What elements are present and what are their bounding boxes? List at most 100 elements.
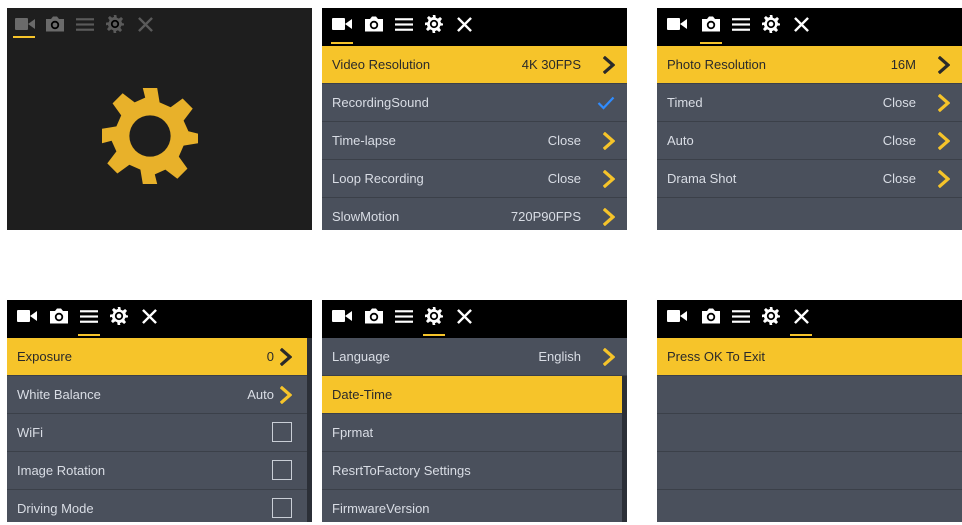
menu-item-reset-factory[interactable]: ResrtToFactory Settings xyxy=(322,452,627,490)
mode-bar xyxy=(657,300,962,338)
menu-item-value: English xyxy=(538,349,581,364)
close-icon[interactable] xyxy=(452,8,476,40)
menu-item-label: Timed xyxy=(667,95,703,110)
screen-exit: Press OK To Exit xyxy=(657,300,962,522)
mode-bar xyxy=(7,300,312,338)
chevron-right-icon xyxy=(938,84,950,121)
screen-general-menu: Exposure 0 White Balance Auto WiFi Image… xyxy=(7,300,312,522)
menu-mode-icon[interactable] xyxy=(392,8,416,40)
menu-item-photo-resolution[interactable]: Photo Resolution 16M xyxy=(657,46,962,84)
menu-item-label: Press OK To Exit xyxy=(667,349,766,364)
menu-item-label: Video Resolution xyxy=(332,57,431,72)
close-icon[interactable] xyxy=(789,8,813,40)
menu-item-label: ResrtToFactory Settings xyxy=(332,463,471,478)
camera-mode-icon[interactable] xyxy=(362,300,386,332)
menu-item-time-lapse[interactable]: Time-lapse Close xyxy=(322,122,627,160)
menu-item-label: Exposure xyxy=(17,349,72,364)
chevron-right-icon xyxy=(938,160,950,197)
menu-item-value: Close xyxy=(882,171,916,186)
menu-item-date-time[interactable]: Date-Time xyxy=(322,376,627,414)
menu-mode-icon[interactable] xyxy=(729,300,753,332)
chevron-right-icon xyxy=(603,338,615,375)
screen-video-menu: Video Resolution 4K 30FPS RecordingSound… xyxy=(322,8,627,230)
close-icon[interactable] xyxy=(452,300,476,332)
menu-item-press-ok-exit[interactable]: Press OK To Exit xyxy=(657,338,962,376)
video-mode-icon[interactable] xyxy=(330,300,354,332)
settings-mode-icon[interactable] xyxy=(422,300,446,332)
menu-item-label: Driving Mode xyxy=(17,501,94,516)
chevron-right-icon xyxy=(603,122,615,159)
menu-item-label: RecordingSound xyxy=(332,95,429,110)
menu-mode-icon[interactable] xyxy=(729,8,753,40)
video-mode-icon[interactable] xyxy=(665,8,689,40)
video-mode-icon[interactable] xyxy=(15,300,39,332)
menu-item-empty xyxy=(657,414,962,452)
chevron-right-icon xyxy=(603,46,615,83)
image-rotation-checkbox[interactable] xyxy=(272,460,292,480)
chevron-right-icon xyxy=(603,160,615,197)
menu-item-label: SlowMotion xyxy=(332,209,400,224)
video-mode-icon[interactable] xyxy=(665,300,689,332)
menu-item-label: Loop Recording xyxy=(332,171,424,186)
menu-item-wifi[interactable]: WiFi xyxy=(7,414,312,452)
settings-mode-icon[interactable] xyxy=(759,300,783,332)
scrollbar[interactable] xyxy=(307,338,312,522)
scrollbar[interactable] xyxy=(622,376,627,522)
menu-item-label: Language xyxy=(332,349,390,364)
menu-item-empty xyxy=(657,490,962,522)
menu-item-language[interactable]: Language English xyxy=(322,338,627,376)
menu-item-timed[interactable]: Timed Close xyxy=(657,84,962,122)
settings-mode-icon[interactable] xyxy=(422,8,446,40)
settings-mode-icon[interactable] xyxy=(107,300,131,332)
settings-gear-icon xyxy=(102,88,198,189)
menu-item-value: Close xyxy=(882,95,916,110)
menu-item-value: 0 xyxy=(266,349,274,364)
camera-mode-icon[interactable] xyxy=(43,8,67,40)
chevron-right-icon xyxy=(603,198,615,230)
menu-item-slow-motion[interactable]: SlowMotion 720P90FPS xyxy=(322,198,627,230)
video-mode-icon[interactable] xyxy=(330,8,354,40)
menu-item-firmware-version[interactable]: FirmwareVersion xyxy=(322,490,627,522)
chevron-right-icon xyxy=(280,338,292,375)
menu-item-value: Close xyxy=(547,133,581,148)
screen-settings-splash xyxy=(7,8,312,230)
menu-item-value: Close xyxy=(547,171,581,186)
menu-item-label: Photo Resolution xyxy=(667,57,767,72)
menu-item-auto[interactable]: Auto Close xyxy=(657,122,962,160)
mode-bar xyxy=(322,8,627,46)
driving-mode-checkbox[interactable] xyxy=(272,498,292,518)
menu-item-label: Time-lapse xyxy=(332,133,396,148)
menu-item-driving-mode[interactable]: Driving Mode xyxy=(7,490,312,522)
menu-item-loop-recording[interactable]: Loop Recording Close xyxy=(322,160,627,198)
camera-mode-icon[interactable] xyxy=(699,8,723,40)
menu-mode-icon[interactable] xyxy=(73,8,97,40)
close-icon[interactable] xyxy=(133,8,157,40)
menu-item-label: WiFi xyxy=(17,425,43,440)
mode-bar xyxy=(322,300,627,338)
close-icon[interactable] xyxy=(789,300,813,332)
settings-mode-icon[interactable] xyxy=(103,8,127,40)
menu-item-video-resolution[interactable]: Video Resolution 4K 30FPS xyxy=(322,46,627,84)
menu-item-value: Close xyxy=(882,133,916,148)
menu-item-exposure[interactable]: Exposure 0 xyxy=(7,338,312,376)
menu-item-white-balance[interactable]: White Balance Auto xyxy=(7,376,312,414)
menu-item-label: Image Rotation xyxy=(17,463,106,478)
menu-item-empty xyxy=(657,376,962,414)
menu-item-recording-sound[interactable]: RecordingSound xyxy=(322,84,627,122)
wifi-checkbox[interactable] xyxy=(272,422,292,442)
chevron-right-icon xyxy=(280,376,292,413)
camera-mode-icon[interactable] xyxy=(47,300,71,332)
menu-item-drama-shot[interactable]: Drama Shot Close xyxy=(657,160,962,198)
camera-mode-icon[interactable] xyxy=(362,8,386,40)
settings-mode-icon[interactable] xyxy=(759,8,783,40)
menu-item-value: 720P90FPS xyxy=(510,209,581,224)
menu-mode-icon[interactable] xyxy=(392,300,416,332)
menu-item-format[interactable]: Fprmat xyxy=(322,414,627,452)
menu-item-image-rotation[interactable]: Image Rotation xyxy=(7,452,312,490)
camera-mode-icon[interactable] xyxy=(699,300,723,332)
menu-mode-icon[interactable] xyxy=(77,300,101,332)
mode-bar xyxy=(657,8,962,46)
close-icon[interactable] xyxy=(137,300,161,332)
chevron-right-icon xyxy=(938,46,950,83)
menu-item-empty xyxy=(657,198,962,230)
